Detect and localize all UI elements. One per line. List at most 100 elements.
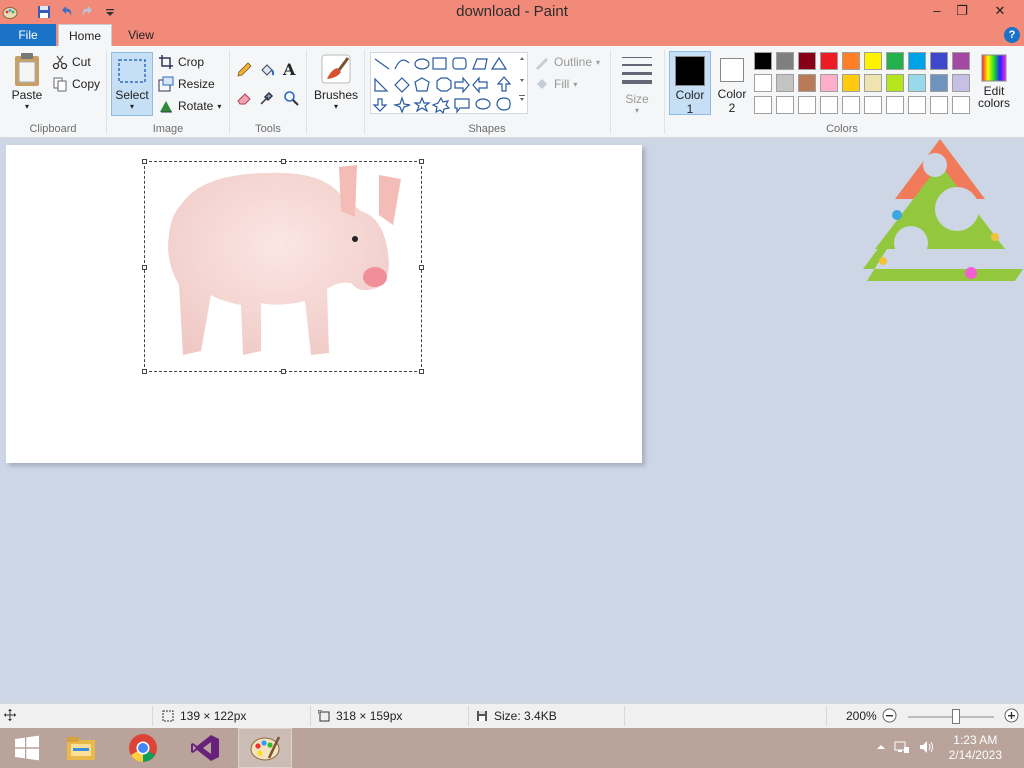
move-cursor-icon xyxy=(4,709,16,721)
edit-colors-button[interactable]: Edit colors xyxy=(972,52,1016,110)
cut-button[interactable]: Cut xyxy=(52,54,91,70)
taskbar-file-explorer[interactable] xyxy=(54,728,108,768)
palette-swatch[interactable] xyxy=(930,52,948,70)
resize-button[interactable]: Resize xyxy=(158,76,215,92)
volume-icon[interactable] xyxy=(918,739,934,758)
palette-swatch[interactable] xyxy=(952,74,970,92)
palette-swatch[interactable] xyxy=(886,74,904,92)
copy-button[interactable]: Copy xyxy=(52,76,100,92)
selection-handle[interactable] xyxy=(281,369,286,374)
palette-swatch[interactable] xyxy=(754,52,772,70)
palette-swatch[interactable] xyxy=(820,52,838,70)
zoom-in-button[interactable] xyxy=(1004,708,1019,723)
palette-swatch[interactable] xyxy=(754,74,772,92)
taskbar-paint[interactable] xyxy=(238,728,292,768)
palette-swatch[interactable] xyxy=(820,96,838,114)
palette-swatch[interactable] xyxy=(886,96,904,114)
select-button[interactable]: Select ▾ xyxy=(111,52,153,116)
fill-button[interactable]: Fill ▾ xyxy=(534,76,577,92)
show-hidden-icons-icon[interactable] xyxy=(876,741,886,755)
color-2-swatch xyxy=(720,58,744,82)
network-icon[interactable] xyxy=(894,739,910,758)
selection-handle[interactable] xyxy=(281,159,286,164)
palette-swatch[interactable] xyxy=(952,96,970,114)
taskbar-visual-studio[interactable] xyxy=(178,728,232,768)
canvas-area[interactable] xyxy=(0,139,1024,703)
brushes-dropdown-icon: ▾ xyxy=(333,102,338,111)
taskbar-clock[interactable]: 1:23 AM 2/14/2023 xyxy=(949,733,1002,763)
selection-handle[interactable] xyxy=(142,265,147,270)
palette-swatch[interactable] xyxy=(908,96,926,114)
close-button[interactable]: ✕ xyxy=(985,0,1015,22)
ribbon: Paste ▾ Cut Copy Clipboard Select ▾ Crop… xyxy=(0,46,1024,138)
palette-swatch[interactable] xyxy=(754,96,772,114)
palette-swatch[interactable] xyxy=(864,96,882,114)
palette-swatch[interactable] xyxy=(798,96,816,114)
palette-swatch[interactable] xyxy=(776,52,794,70)
drawing-canvas[interactable] xyxy=(6,145,642,463)
scissors-icon xyxy=(52,55,68,70)
palette-swatch[interactable] xyxy=(930,74,948,92)
tools-group-label: Tools xyxy=(255,123,281,135)
palette-swatch[interactable] xyxy=(798,74,816,92)
fill-tool[interactable] xyxy=(259,62,275,78)
selection-handle[interactable] xyxy=(419,159,424,164)
palette-swatch[interactable] xyxy=(930,96,948,114)
color-1-button[interactable]: Color 1 xyxy=(669,51,711,116)
brushes-button[interactable]: Brushes ▾ xyxy=(312,52,360,111)
magnifier-tool[interactable] xyxy=(283,90,299,106)
help-icon[interactable]: ? xyxy=(1004,27,1020,43)
color-2-button[interactable]: Color 2 xyxy=(713,51,751,115)
eyedropper-icon xyxy=(260,91,274,105)
selection-handle[interactable] xyxy=(419,265,424,270)
zoom-level: 200% xyxy=(846,709,877,723)
color-picker-tool[interactable] xyxy=(259,90,275,106)
rotate-button[interactable]: Rotate ▾ xyxy=(158,98,221,114)
palette-swatch[interactable] xyxy=(842,52,860,70)
text-tool[interactable]: A xyxy=(283,60,295,79)
paint-bucket-icon xyxy=(261,64,275,76)
selection-handle[interactable] xyxy=(419,369,424,374)
palette-swatch[interactable] xyxy=(864,74,882,92)
crop-button[interactable]: Crop xyxy=(158,54,204,70)
system-tray xyxy=(876,728,934,768)
size-button[interactable]: Size ▾ xyxy=(616,52,658,115)
taskbar-chrome[interactable] xyxy=(116,728,170,768)
palette-swatch[interactable] xyxy=(798,52,816,70)
image-size: 318 × 159px xyxy=(318,709,402,723)
maximize-button[interactable]: ❐ xyxy=(947,0,977,22)
palette-swatch[interactable] xyxy=(952,52,970,70)
palette-swatch[interactable] xyxy=(776,96,794,114)
pencil-tool[interactable] xyxy=(236,62,252,78)
palette-swatch[interactable] xyxy=(908,52,926,70)
selection-box[interactable] xyxy=(142,159,424,374)
tab-view[interactable]: View xyxy=(114,24,168,46)
clipboard-group-label: Clipboard xyxy=(29,123,77,135)
shapes-gallery[interactable] xyxy=(370,52,528,115)
palette-swatch[interactable] xyxy=(864,52,882,70)
palette-swatch[interactable] xyxy=(842,96,860,114)
selection-handle[interactable] xyxy=(142,369,147,374)
brush-icon xyxy=(321,54,351,84)
tab-file[interactable]: File xyxy=(0,24,56,46)
eraser-tool[interactable] xyxy=(236,90,252,106)
divider xyxy=(624,706,625,726)
image-group-label: Image xyxy=(152,123,184,135)
tab-home[interactable]: Home xyxy=(58,24,112,47)
clock-time: 1:23 AM xyxy=(953,733,998,747)
palette-swatch[interactable] xyxy=(776,74,794,92)
palette-swatch[interactable] xyxy=(842,74,860,92)
start-button[interactable] xyxy=(0,728,54,768)
outline-button[interactable]: Outline ▾ xyxy=(534,54,600,70)
paste-button[interactable]: Paste ▾ xyxy=(6,52,48,111)
zoom-out-button[interactable] xyxy=(882,708,897,723)
selection-handle[interactable] xyxy=(142,159,147,164)
divider xyxy=(468,706,469,726)
palette-swatch[interactable] xyxy=(820,74,838,92)
zoom-slider-track[interactable] xyxy=(908,716,994,718)
zoom-slider-thumb[interactable] xyxy=(952,709,960,724)
palette-swatch[interactable] xyxy=(886,52,904,70)
outline-dropdown-icon: ▾ xyxy=(596,57,601,67)
palette-swatch[interactable] xyxy=(908,74,926,92)
file-size: Size: 3.4KB xyxy=(476,709,557,723)
